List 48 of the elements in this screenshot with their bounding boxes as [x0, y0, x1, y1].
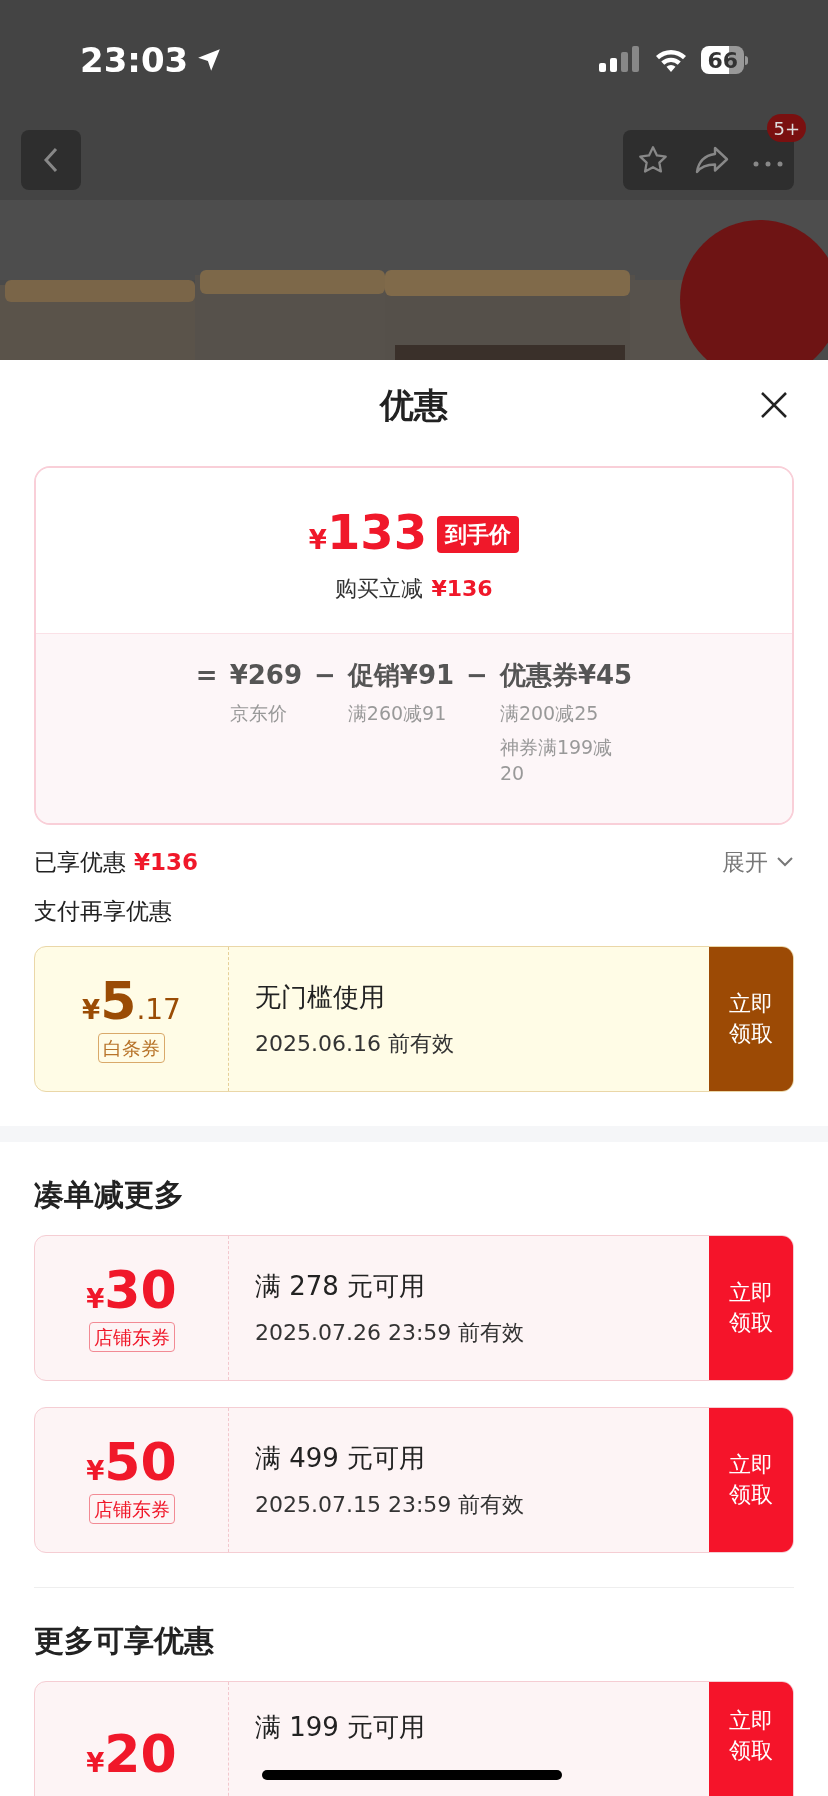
coupon-validity: 2025.06.16 前有效 [255, 1030, 455, 1058]
saving-amount: ¥136 [431, 575, 493, 603]
coupon-validity: 2025.07.15 23:59 前有效 [255, 1491, 526, 1519]
coupon-condition: 满 278 元可用 [255, 1270, 427, 1303]
coupon-type-tag: 店铺东券 [88, 1493, 175, 1525]
notification-badge: 5+ [767, 114, 806, 142]
saving-label: 购买立减 [335, 575, 424, 603]
section-title: 支付再享优惠 [34, 897, 172, 924]
summary-amount: ¥136 [134, 848, 198, 877]
share-arrow-icon [693, 145, 730, 175]
sheet-title: 优惠 [380, 383, 448, 427]
coupon-condition: 满 199 元可用 [255, 1711, 427, 1744]
claim-button[interactable]: 立即领取 [709, 1408, 793, 1552]
close-icon [760, 391, 788, 419]
operator-sign: − [466, 659, 488, 692]
coupon-condition: 满 499 元可用 [255, 1442, 427, 1475]
coupon-type-tag: 白条券 [98, 1032, 165, 1064]
coupon-validity: 2025.07.26 23:59 前有效 [255, 1319, 526, 1347]
summary-label: 已享优惠 [34, 848, 126, 877]
breakdown-note: 满200减25 [499, 701, 600, 726]
breakdown-value: ¥269 [229, 659, 302, 692]
breakdown-value: 优惠券¥45 [499, 659, 633, 692]
more-icon [752, 161, 783, 167]
expand-toggle[interactable]: 展开 [722, 845, 794, 880]
coupon-amount: ¥5.17 [82, 974, 181, 1027]
operator-sign: = [195, 659, 218, 692]
operator-sign: − [314, 659, 336, 692]
chevron-down-icon [776, 856, 794, 869]
section-title: 凑单减更多 [34, 1177, 184, 1212]
breakdown-note: 京东价 [229, 701, 288, 726]
breakdown-value: 促销¥91 [347, 659, 455, 692]
breakdown-note: 满260减91 [347, 701, 448, 726]
back-button[interactable] [21, 130, 81, 190]
status-time: 23:03 [80, 38, 189, 82]
final-price: ¥133 [308, 508, 428, 560]
coupon-condition: 无门槛使用 [255, 981, 386, 1014]
section-title: 更多可享优惠 [34, 1623, 214, 1658]
breakdown-note: 神券满199减20 [499, 735, 614, 786]
coupon-type-tag: 店铺东券 [88, 1321, 175, 1353]
coupon-amount: ¥20 [86, 1728, 177, 1780]
coupon-amount: ¥30 [86, 1263, 177, 1316]
price-tag: 到手价 [437, 515, 520, 553]
claim-button[interactable]: 立即领取 [709, 1682, 793, 1796]
claim-button[interactable]: 立即领取 [709, 947, 793, 1091]
claim-button[interactable]: 立即领取 [709, 1236, 793, 1380]
coupon-amount: ¥50 [86, 1435, 177, 1488]
location-arrow-icon [196, 47, 223, 73]
signal-icon [599, 45, 642, 75]
